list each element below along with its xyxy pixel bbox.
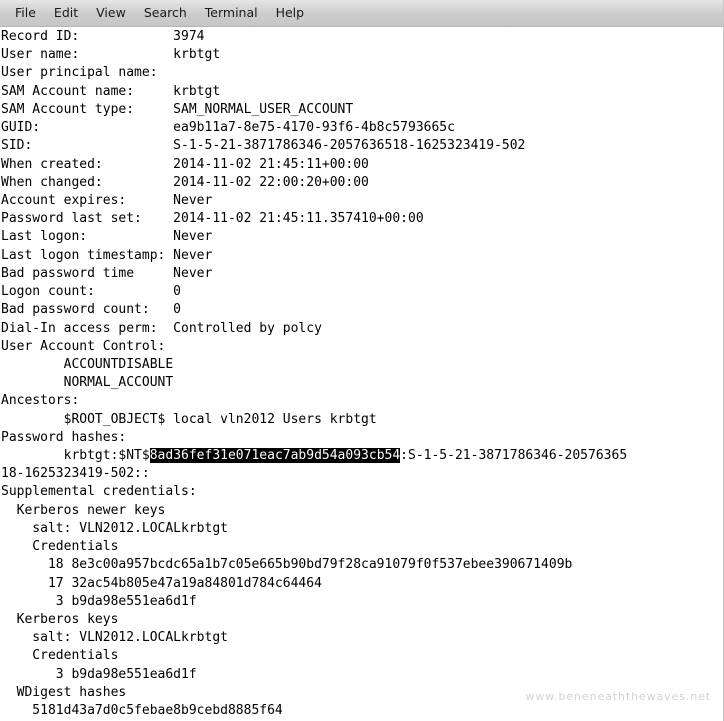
terminal-line: NORMAL_ACCOUNT bbox=[1, 375, 174, 391]
terminal-line: When created: 2014-11-02 21:45:11+00:00 bbox=[1, 156, 369, 172]
terminal-line: 5181d43a7d0c5febae8b9cebd8885f64 bbox=[1, 703, 283, 719]
terminal-line: Bad password time Never bbox=[1, 265, 213, 281]
terminal-line: Logon count: 0 bbox=[1, 284, 182, 300]
menu-item-edit[interactable]: Edit bbox=[46, 3, 86, 23]
terminal-line: Dial-In access perm: Controlled by polcy bbox=[1, 320, 322, 336]
terminal-line: salt: VLN2012.LOCALkrbtgt bbox=[1, 630, 228, 646]
menu-item-file[interactable]: File bbox=[7, 3, 44, 23]
terminal-line: $ROOT_OBJECT$ local vln2012 Users krbtgt bbox=[1, 411, 377, 427]
terminal-line: salt: VLN2012.LOCALkrbtgt bbox=[1, 520, 228, 536]
terminal-line: 3 b9da98e551ea6d1f bbox=[1, 666, 197, 682]
terminal-line: 3 b9da98e551ea6d1f bbox=[1, 593, 197, 609]
terminal-line: SAM Account name: krbtgt bbox=[1, 83, 221, 99]
menu-item-view[interactable]: View bbox=[88, 3, 134, 23]
terminal-output[interactable]: Record ID: 3974 User name: krbtgt User pri… bbox=[0, 27, 723, 721]
terminal-line: Last logon: Never bbox=[1, 229, 213, 245]
terminal-line: User principal name: bbox=[1, 65, 158, 81]
terminal-line: krbtgt:$NT$8ad36fef31e071eac7ab9d54a093c… bbox=[1, 447, 723, 465]
terminal-line: Password last set: 2014-11-02 21:45:11.3… bbox=[1, 211, 424, 227]
terminal-line: Last logon timestamp: Never bbox=[1, 247, 213, 263]
menu-item-search[interactable]: Search bbox=[136, 3, 195, 23]
terminal-line: Kerberos keys bbox=[1, 612, 119, 627]
terminal-line: 18-1625323419-502:: bbox=[1, 466, 150, 482]
terminal-line: Credentials bbox=[1, 648, 119, 664]
menu-item-help[interactable]: Help bbox=[268, 3, 313, 23]
terminal-line: Account expires: Never bbox=[1, 192, 213, 208]
terminal-line: Ancestors: bbox=[1, 393, 80, 409]
terminal-line: Supplemental credentials: bbox=[1, 484, 197, 500]
terminal-line: GUID: ea9b11a7-8e75-4170-93f6-4b8c579366… bbox=[1, 120, 455, 136]
menu-bar: File Edit View Search Terminal Help bbox=[0, 0, 723, 27]
terminal-line: 17 32ac54b805e47a19a84801d784c64464 bbox=[1, 575, 322, 591]
terminal-line: SAM Account type: SAM_NORMAL_USER_ACCOUN… bbox=[1, 101, 354, 117]
terminal-window: File Edit View Search Terminal Help Reco… bbox=[0, 0, 724, 721]
terminal-line: Credentials bbox=[1, 539, 119, 555]
terminal-text: krbtgt:$NT$ bbox=[1, 448, 150, 464]
terminal-line: When changed: 2014-11-02 22:00:20+00:00 bbox=[1, 174, 369, 190]
terminal-line: User Account Control: bbox=[1, 338, 166, 354]
terminal-line: Password hashes: bbox=[1, 429, 127, 445]
terminal-line: ACCOUNTDISABLE bbox=[1, 356, 174, 372]
terminal-line: User name: krbtgt bbox=[1, 47, 221, 63]
terminal-line: WDigest hashes bbox=[1, 684, 127, 700]
terminal-line: Kerberos newer keys bbox=[1, 502, 166, 518]
terminal-line: Record ID: 3974 bbox=[1, 29, 205, 44]
menu-item-terminal[interactable]: Terminal bbox=[197, 3, 266, 23]
terminal-text: :S-1-5-21-3871786346-20576365 bbox=[400, 448, 628, 464]
terminal-line: SID: S-1-5-21-3871786346-2057636518-1625… bbox=[1, 138, 526, 154]
highlighted-hash[interactable]: 8ad36fef31e071eac7ab9d54a093cb54 bbox=[149, 448, 401, 464]
terminal-line: Bad password count: 0 bbox=[1, 302, 182, 318]
terminal-line: 18 8e3c00a957bcdc65a1b7c05e665b90bd79f28… bbox=[1, 557, 573, 573]
